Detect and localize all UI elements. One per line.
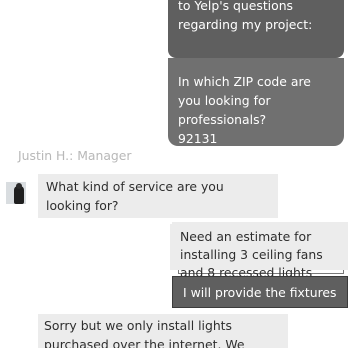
message-bubble-outgoing: Need an estimate for installing 3 ceilin…: [172, 222, 348, 280]
message-text: I will provide the fixtures: [183, 285, 337, 300]
message-text: Need an estimate for installing 3 ceilin…: [180, 229, 323, 280]
message-bubble-incoming: Sorry but we only install lights purchas…: [38, 314, 288, 348]
message-bubble-incoming: What kind of service are you looking for…: [38, 174, 278, 218]
message-bubble-outgoing: In which ZIP code are you looking for pr…: [168, 58, 344, 146]
sender-label: Justin H.: Manager: [18, 148, 132, 163]
message-text: In which ZIP code are you looking for pr…: [178, 74, 311, 146]
message-bubble-outgoing: to Yelp's questions regarding my project…: [168, 0, 344, 58]
message-text: to Yelp's questions regarding my project…: [178, 0, 313, 32]
avatar: [6, 182, 26, 204]
message-bubble-outgoing: I will provide the fixtures: [172, 276, 348, 308]
message-text: What kind of service are you looking for…: [46, 179, 224, 213]
avatar-head: [16, 183, 22, 189]
message-text: Sorry but we only install lights purchas…: [44, 318, 245, 348]
